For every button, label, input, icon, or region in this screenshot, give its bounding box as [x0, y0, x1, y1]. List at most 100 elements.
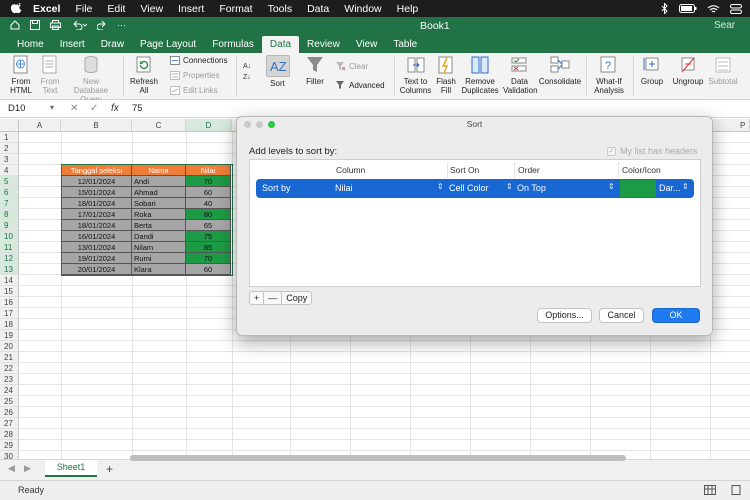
- save-icon[interactable]: [30, 20, 40, 30]
- horizontal-scrollbar[interactable]: [130, 455, 626, 461]
- options-button[interactable]: Options...: [537, 308, 592, 323]
- row-header[interactable]: 25: [0, 396, 19, 407]
- name-box-dropdown-icon[interactable]: ▾: [50, 103, 54, 112]
- prev-sheet-icon[interactable]: ◀: [8, 463, 15, 474]
- column-select[interactable]: Nilai: [335, 183, 353, 193]
- row-header[interactable]: 5: [0, 176, 19, 187]
- connections-button[interactable]: Connections: [170, 56, 227, 65]
- ok-button[interactable]: OK: [652, 308, 700, 323]
- select-all-corner[interactable]: [0, 119, 19, 132]
- row-header[interactable]: 22: [0, 363, 19, 374]
- copy-level-button[interactable]: Copy: [282, 292, 311, 304]
- column-header-p[interactable]: P: [740, 119, 745, 132]
- row-header[interactable]: 7: [0, 198, 19, 209]
- row-header[interactable]: 10: [0, 231, 19, 242]
- sort-on-select[interactable]: Cell Color: [449, 183, 489, 193]
- tab-home[interactable]: Home: [0, 39, 52, 53]
- formula-input[interactable]: 75: [132, 103, 143, 114]
- insert-function-icon[interactable]: fx: [111, 103, 119, 114]
- tab-view[interactable]: View: [348, 39, 386, 53]
- color-swatch[interactable]: [620, 180, 656, 197]
- control-center-icon[interactable]: [730, 3, 742, 14]
- row-header[interactable]: 13: [0, 264, 19, 275]
- menu-window[interactable]: Window: [344, 3, 381, 15]
- undo-icon[interactable]: [71, 20, 87, 30]
- column-select-chevron-icon[interactable]: ⇕: [437, 182, 444, 191]
- menu-file[interactable]: File: [75, 3, 92, 15]
- order-chevron-icon[interactable]: ⇕: [608, 182, 615, 191]
- row-header[interactable]: 18: [0, 319, 19, 330]
- menu-data[interactable]: Data: [307, 3, 329, 15]
- print-icon[interactable]: [50, 20, 61, 30]
- remove-level-button[interactable]: —: [264, 292, 283, 304]
- menu-help[interactable]: Help: [397, 3, 419, 15]
- row-header[interactable]: 27: [0, 418, 19, 429]
- sort-az-button[interactable]: A↓ Z↓: [242, 59, 254, 85]
- menu-app-name[interactable]: Excel: [33, 3, 60, 15]
- filter-button[interactable]: Filter: [303, 55, 327, 86]
- tab-draw[interactable]: Draw: [93, 39, 132, 53]
- home-icon[interactable]: [10, 20, 20, 30]
- from-html-button[interactable]: From HTML: [7, 55, 35, 95]
- order-select[interactable]: On Top: [517, 183, 546, 193]
- sheet-tab-sheet1[interactable]: Sheet1: [45, 460, 97, 477]
- what-if-analysis-button[interactable]: ? What-If Analysis: [591, 55, 627, 95]
- menu-view[interactable]: View: [140, 3, 163, 15]
- more-tools-icon[interactable]: ···: [117, 20, 126, 30]
- row-header[interactable]: 14: [0, 275, 19, 286]
- color-select-chevron-icon[interactable]: ⇕: [682, 182, 689, 191]
- tab-data[interactable]: Data: [261, 36, 300, 53]
- row-header[interactable]: 3: [0, 154, 19, 165]
- column-header-d[interactable]: D: [186, 119, 232, 132]
- row-header[interactable]: 30: [0, 451, 19, 459]
- advanced-filter-button[interactable]: Advanced: [335, 80, 385, 90]
- row-header[interactable]: 9: [0, 220, 19, 231]
- row-header[interactable]: 2: [0, 143, 19, 154]
- sort-button[interactable]: AZ Sort: [264, 55, 291, 88]
- add-sheet-button[interactable]: +: [106, 462, 113, 476]
- add-level-button[interactable]: +: [250, 292, 265, 304]
- headers-checkbox[interactable]: ✓ My list has headers: [607, 146, 698, 156]
- row-header[interactable]: 1: [0, 132, 19, 143]
- row-header[interactable]: 6: [0, 187, 19, 198]
- data-validation-button[interactable]: Data Validation: [503, 55, 538, 95]
- column-header-a[interactable]: A: [19, 119, 61, 132]
- cancel-button[interactable]: Cancel: [599, 308, 644, 323]
- row-header[interactable]: 15: [0, 286, 19, 297]
- row-header[interactable]: 28: [0, 429, 19, 440]
- menu-format[interactable]: Format: [219, 3, 252, 15]
- battery-icon[interactable]: [679, 4, 697, 13]
- group-button[interactable]: Group: [638, 55, 666, 86]
- row-header[interactable]: 29: [0, 440, 19, 451]
- cancel-edit-icon[interactable]: ✕: [70, 103, 78, 114]
- column-header-c[interactable]: C: [132, 119, 186, 132]
- flash-fill-button[interactable]: Flash Fill: [435, 55, 457, 95]
- next-sheet-icon[interactable]: ▶: [24, 463, 31, 474]
- row-header[interactable]: 17: [0, 308, 19, 319]
- name-box[interactable]: D10: [8, 103, 25, 114]
- clear-filter-button[interactable]: Clear: [335, 61, 368, 71]
- from-text-button[interactable]: From Text: [37, 55, 63, 95]
- row-header[interactable]: 24: [0, 385, 19, 396]
- subtotal-button[interactable]: Subtotal: [706, 55, 740, 86]
- menu-tools[interactable]: Tools: [268, 3, 293, 15]
- redo-icon[interactable]: [97, 20, 107, 30]
- row-header[interactable]: 26: [0, 407, 19, 418]
- row-header[interactable]: 20: [0, 341, 19, 352]
- row-header[interactable]: 21: [0, 352, 19, 363]
- row-header[interactable]: 16: [0, 297, 19, 308]
- page-layout-view-icon[interactable]: [730, 485, 742, 495]
- row-header[interactable]: 12: [0, 253, 19, 264]
- normal-view-icon[interactable]: [704, 485, 716, 495]
- text-to-columns-button[interactable]: Text to Columns: [399, 55, 432, 95]
- refresh-all-button[interactable]: Refresh All: [128, 55, 160, 95]
- menu-edit[interactable]: Edit: [107, 3, 125, 15]
- search-field[interactable]: Sear: [714, 20, 750, 31]
- column-header-b[interactable]: B: [61, 119, 132, 132]
- row-header[interactable]: 23: [0, 374, 19, 385]
- tab-formulas[interactable]: Formulas: [204, 39, 262, 53]
- sort-level-row[interactable]: Sort by Nilai ⇕ Cell Color ⇕ On Top ⇕ Da…: [256, 179, 694, 198]
- wifi-icon[interactable]: [707, 4, 720, 14]
- row-header[interactable]: 11: [0, 242, 19, 253]
- tab-table[interactable]: Table: [385, 39, 425, 53]
